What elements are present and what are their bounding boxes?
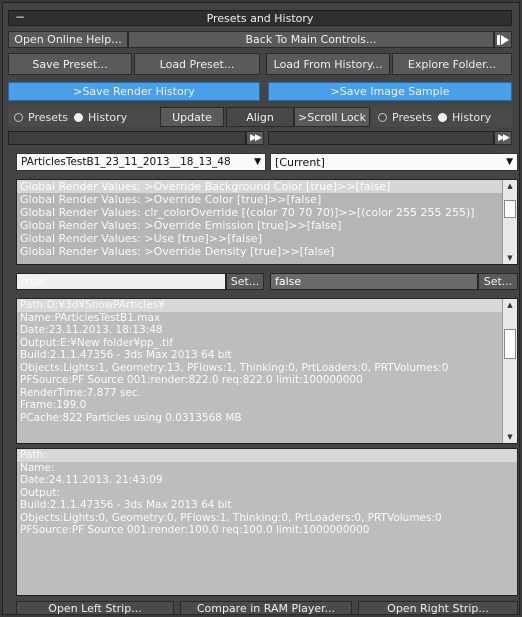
list-item[interactable]: Global Render Values: clr_colorOverride … [17,206,517,219]
align-button[interactable]: Align [226,107,294,127]
chevron-down-icon: ▼ [254,157,261,167]
info-line: Name: [20,461,55,474]
right-history-dropdown[interactable]: [Current] ▼ [270,153,518,171]
open-left-strip-button[interactable]: Open Left Strip... [16,601,174,615]
right-value-text: false [275,275,302,288]
right-dropdown-value: [Current] [275,155,325,169]
fast-forward-icon: ▶▶ [250,133,262,143]
fast-forward-icon: ▶▶ [498,133,510,143]
left-history-label: History [88,110,128,124]
right-set-label: Set... [483,275,513,288]
load-preset-label: Load Preset... [159,57,235,71]
right-source-radio-group: Presets History [372,107,512,127]
explore-folder-label: Explore Folder... [407,57,497,71]
left-info-scrollbar[interactable]: ▲ ▼ [502,299,517,443]
right-value-field[interactable]: false [270,273,478,290]
window-title: Presets and History [206,12,314,25]
info-line: PFSource:PF Source 001:render:100.0 req:… [20,524,370,536]
load-preset-button[interactable]: Load Preset... [134,53,260,75]
info-line: RenderTime:7.877 sec. [20,386,142,399]
scroll-thumb[interactable] [504,329,516,359]
list-item[interactable]: Global Render Values: >Override Density … [17,245,517,258]
info-line: Frame:199.0 [20,399,87,411]
open-online-help-button[interactable]: Open Online Help... [8,31,128,48]
info-line: Date:23.11.2013. 18:13:48 [20,324,163,336]
info-line: Date:24.11.2013. 21:43:09 [20,474,163,486]
info-line: Output: [20,486,61,499]
render-values-list[interactable]: Global Render Values: >Override Backgrou… [16,179,518,265]
load-from-history-label: Load From History... [273,57,383,71]
left-history-radio[interactable] [74,112,84,122]
left-value-field[interactable]: true [16,273,226,290]
info-line: Objects:Lights:1, Geometry:13, PFlows:1,… [20,361,449,374]
left-dropdown-value: PArticlesTestB1_23_11_2013__18_13_48 [21,156,231,168]
left-value-text: true [21,275,44,288]
info-line: Objects:Lights:0, Geometry:0, PFlows:1, … [20,511,442,524]
info-line: Build:2.1.1.47356 - 3ds Max 2013 64 bit [20,499,232,511]
right-presets-label: Presets [392,110,433,124]
right-presets-radio[interactable] [378,112,387,122]
scroll-up-icon[interactable]: ▲ [503,301,517,309]
open-right-strip-button[interactable]: Open Right Strip... [358,601,518,615]
back-to-main-controls-label: Back To Main Controls... [245,33,377,46]
scroll-up-icon[interactable]: ▲ [503,182,517,190]
left-presets-radio[interactable] [14,112,23,122]
scroll-down-icon[interactable]: ▼ [503,254,517,262]
chevron-down-icon: ▼ [506,157,513,167]
right-set-button[interactable]: Set... [478,273,518,290]
compare-ram-player-label: Compare in RAM Player... [196,601,336,615]
list-item[interactable]: Global Render Values: >Override Emission… [17,219,517,232]
right-sample-info: Path: Name: Date:24.11.2013. 21:43:09 Ou… [16,448,518,596]
back-to-main-controls-button[interactable]: Back To Main Controls... [128,31,494,48]
info-line: Path:D:¥3d¥SnowPArticles¥ [17,299,517,312]
save-render-history-label: >Save Render History [73,85,195,98]
left-presets-label: Presets [28,110,69,124]
right-history-radio[interactable] [438,112,448,122]
left-next-button[interactable]: ▶▶ [246,131,264,145]
list-item[interactable]: Global Render Values: >Override Backgrou… [17,180,517,193]
right-history-slider[interactable] [268,131,494,145]
render-values-scrollbar[interactable]: ▲ ▼ [502,180,517,264]
info-line: PCache:822 Particles using 0.0313568 MB [20,411,242,424]
left-sample-info: Path:D:¥3d¥SnowPArticles¥ Name:PArticles… [16,298,518,444]
list-item[interactable]: Global Render Values: >Use [true]>>[fals… [17,232,517,245]
save-render-history-button[interactable]: >Save Render History [8,82,260,101]
open-right-strip-label: Open Right Strip... [387,601,489,615]
left-history-slider[interactable] [8,131,246,145]
play-right-icon [497,34,509,45]
scroll-thumb[interactable] [504,200,516,218]
info-line: Build:2.1.1.47356 - 3ds Max 2013 64 bit [20,349,232,361]
save-image-sample-label: >Save Image Sample [330,85,450,98]
info-line: Name:PArticlesTestB1.max [20,311,161,324]
scroll-lock-label: >Scroll Lock [298,110,366,124]
right-next-button[interactable]: ▶▶ [494,131,512,145]
open-left-strip-label: Open Left Strip... [48,601,142,615]
save-preset-label: Save Preset... [32,57,108,71]
info-line: Output:E:¥New folder¥pp_.tif [20,336,173,349]
compare-ram-player-button[interactable]: Compare in RAM Player... [180,601,352,615]
left-history-dropdown[interactable]: PArticlesTestB1_23_11_2013__18_13_48 ▼ [16,153,266,171]
right-history-label: History [452,110,492,124]
left-set-button[interactable]: Set... [226,273,264,290]
dock-toggle-button[interactable] [494,31,512,48]
explore-folder-button[interactable]: Explore Folder... [392,53,512,75]
update-button[interactable]: Update [160,107,224,127]
open-online-help-label: Open Online Help... [14,33,122,46]
info-line: Path: [17,449,517,462]
scroll-down-icon[interactable]: ▼ [503,433,517,441]
align-label: Align [246,110,274,124]
save-image-sample-button[interactable]: >Save Image Sample [268,82,512,101]
save-preset-button[interactable]: Save Preset... [8,53,132,75]
info-line: PFSource:PF Source 001:render:822.0 req:… [20,374,363,386]
left-set-label: Set... [230,275,260,288]
load-from-history-button[interactable]: Load From History... [266,53,390,75]
scroll-lock-button[interactable]: >Scroll Lock [294,107,370,127]
rollout-titlebar[interactable]: − Presets and History [8,10,512,26]
update-label: Update [172,110,212,124]
left-source-radio-group: Presets History [8,107,160,127]
list-item[interactable]: Global Render Values: >Override Color [t… [17,193,517,206]
